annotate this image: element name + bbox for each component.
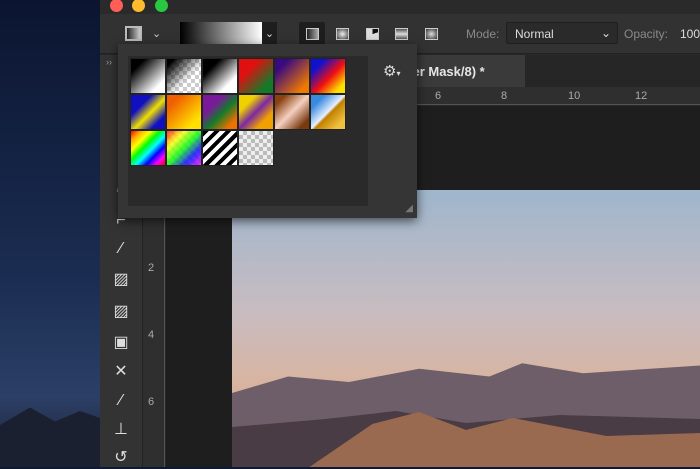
clone-stamp-icon[interactable]: ⊥ xyxy=(110,419,132,441)
radial-gradient-button[interactable] xyxy=(329,22,355,46)
gear-icon[interactable]: ⚙▾ xyxy=(383,62,400,80)
gradient-preset-swatch[interactable] xyxy=(166,130,202,166)
patch-tool-icon[interactable]: ▣ xyxy=(110,332,132,354)
gradient-preset-swatch[interactable] xyxy=(310,94,346,130)
desktop-background xyxy=(0,0,100,467)
reflected-gradient-button[interactable] xyxy=(388,22,414,46)
gradient-preset-swatch[interactable] xyxy=(166,94,202,130)
opacity-label: Opacity: xyxy=(624,27,669,41)
ruler-label: 12 xyxy=(635,90,648,102)
gradient-editor-swatch[interactable] xyxy=(180,22,262,46)
content-aware-move-icon[interactable]: ✕ xyxy=(110,361,132,383)
mountain-silhouette xyxy=(0,407,100,467)
gradient-preset-grid xyxy=(128,56,368,206)
history-brush-icon[interactable]: ↺ xyxy=(110,447,132,469)
mode-select[interactable]: Normal ⌄ xyxy=(506,22,618,44)
ruler-label: 2 xyxy=(148,262,155,274)
ruler-label: 6 xyxy=(148,396,155,408)
chevron-down-icon: ⌄ xyxy=(600,26,611,40)
mode-label: Mode: xyxy=(466,27,500,41)
ruler-label: 4 xyxy=(148,329,155,341)
gradient-preset-swatch[interactable] xyxy=(202,58,238,94)
eyedropper-tool-icon[interactable]: ⁄ xyxy=(110,238,132,260)
ruler-label: 10 xyxy=(568,90,581,102)
chevron-down-icon[interactable]: ⌄ xyxy=(152,27,161,40)
desert-photo[interactable] xyxy=(232,190,700,467)
diamond-gradient-button[interactable] xyxy=(418,22,444,46)
expand-panel-icon[interactable]: ›› xyxy=(106,57,112,67)
gradient-preset-swatch[interactable] xyxy=(130,58,166,94)
mode-value: Normal xyxy=(515,27,554,41)
gradient-preset-swatch[interactable] xyxy=(202,94,238,130)
zoom-button[interactable] xyxy=(155,0,168,12)
close-button[interactable] xyxy=(110,0,123,12)
gradient-preset-swatch[interactable] xyxy=(166,58,202,94)
spot-healing-brush-icon[interactable]: ▨ xyxy=(110,269,132,291)
gradient-preset-swatch[interactable] xyxy=(130,130,166,166)
ruler-label: 6 xyxy=(435,90,442,102)
gradient-preset-swatch[interactable] xyxy=(274,94,310,130)
resize-grip-icon[interactable]: ◢ xyxy=(405,203,413,214)
angle-gradient-button[interactable] xyxy=(359,22,385,46)
minimize-button[interactable] xyxy=(132,0,145,12)
ruler-label: 8 xyxy=(501,90,508,102)
gradient-picker-panel: ⚙▾ ◢ xyxy=(118,44,417,218)
opacity-input[interactable]: 100 xyxy=(680,27,700,41)
gradient-preset-swatch[interactable] xyxy=(274,58,310,94)
gradient-preset-swatch[interactable] xyxy=(238,130,274,166)
gradient-preset-swatch[interactable] xyxy=(310,58,346,94)
linear-gradient-button[interactable] xyxy=(299,22,325,46)
gradient-preset-swatch[interactable] xyxy=(130,94,166,130)
tool-preset-picker[interactable] xyxy=(125,26,142,41)
healing-brush-icon[interactable]: ▨ xyxy=(110,301,132,323)
gradient-picker-dropdown[interactable]: ⌄ xyxy=(262,22,277,46)
gradient-preset-swatch[interactable] xyxy=(238,94,274,130)
title-bar xyxy=(100,0,700,14)
gradient-preset-swatch[interactable] xyxy=(238,58,274,94)
gradient-preset-swatch[interactable] xyxy=(202,130,238,166)
brush-tool-icon[interactable]: ⁄ xyxy=(110,390,132,412)
